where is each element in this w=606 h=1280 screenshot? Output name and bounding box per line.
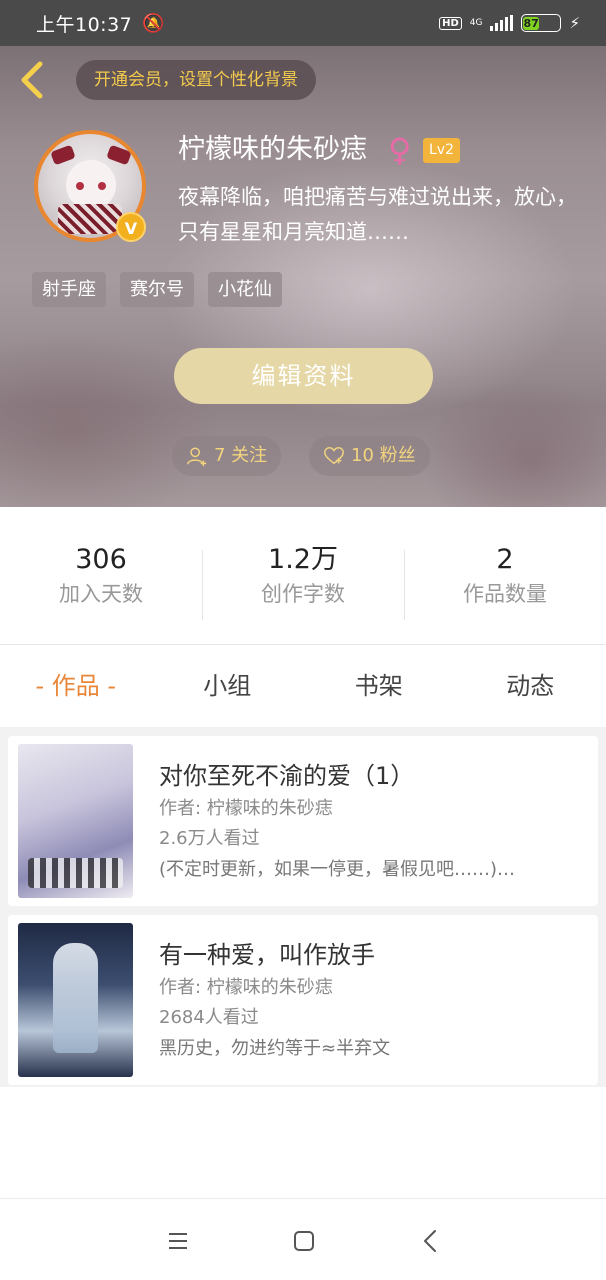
work-cover-image — [18, 744, 133, 898]
system-nav-bar — [0, 1198, 606, 1280]
tab-feed[interactable]: 动态 — [455, 645, 606, 727]
work-card[interactable]: 对你至死不渝的爱（1） 作者: 柠檬味的朱砂痣 2.6万人看过 (不定时更新，如… — [8, 736, 598, 906]
vip-background-banner[interactable]: 开通会员，设置个性化背景 — [76, 60, 316, 100]
stat-label: 创作字数 — [261, 581, 345, 606]
stat-works-count: 2 作品数量 — [404, 542, 606, 620]
stat-word-count: 1.2万 创作字数 — [202, 542, 404, 620]
avatar-face — [66, 160, 116, 210]
work-title: 对你至死不渝的爱（1） — [159, 762, 415, 790]
work-author: 作者: 柠檬味的朱砂痣 — [159, 798, 333, 819]
user-tags: 射手座 赛尔号 小花仙 — [32, 272, 282, 307]
work-cover-image — [18, 923, 133, 1077]
charging-icon: ⚡ — [569, 14, 580, 32]
profile-stats: 306 加入天数 1.2万 创作字数 2 作品数量 — [0, 507, 606, 645]
female-gender-icon: ♀ — [388, 131, 412, 169]
back-triangle-icon[interactable] — [410, 1221, 450, 1261]
profile-header: 上午10:37 🔕 HD 4G 87 ⚡ 开通会员，设置个性化背景 V 柠檬味的… — [0, 0, 606, 507]
works-list: 对你至死不渝的爱（1） 作者: 柠檬味的朱砂痣 2.6万人看过 (不定时更新，如… — [0, 727, 606, 1087]
status-bar: 上午10:37 🔕 HD 4G 87 ⚡ — [0, 0, 606, 46]
tag-item[interactable]: 小花仙 — [208, 272, 282, 307]
followers-count: 10 粉丝 — [351, 445, 416, 466]
tab-group[interactable]: 小组 — [152, 645, 304, 727]
tag-item[interactable]: 赛尔号 — [120, 272, 194, 307]
level-badge: Lv2 — [423, 138, 460, 163]
battery-icon: 87 — [521, 14, 562, 32]
user-bio: 夜幕降临，咱把痛苦与难过说出来，放心，只有星星和月亮知道…… — [178, 185, 577, 244]
tab-works[interactable]: - 作品 - — [0, 645, 152, 727]
work-description: (不定时更新，如果一停更，暑假见吧……)… — [159, 859, 516, 880]
header-bg-shade-right — [420, 380, 606, 507]
username: 柠檬味的朱砂痣 — [178, 134, 367, 165]
stat-days-joined: 306 加入天数 — [0, 542, 202, 610]
work-title: 有一种爱，叫作放手 — [159, 941, 375, 969]
stat-label: 作品数量 — [463, 581, 547, 606]
profile-tabs: - 作品 - 小组 书架 动态 — [0, 645, 606, 727]
work-views: 2.6万人看过 — [159, 828, 260, 849]
work-info: 对你至死不渝的爱（1） 作者: 柠檬味的朱砂痣 2.6万人看过 (不定时更新，如… — [133, 744, 539, 898]
bell-muted-icon: 🔕 — [142, 12, 165, 34]
avatar-bow-left — [50, 144, 76, 166]
stat-value: 2 — [496, 543, 514, 575]
work-info: 有一种爱，叫作放手 作者: 柠檬味的朱砂痣 2684人看过 黑历史，勿进约等于≈… — [133, 923, 539, 1077]
hd-badge: HD — [439, 16, 462, 30]
chevron-left-icon[interactable] — [14, 60, 50, 100]
avatar-eye-right — [98, 182, 106, 190]
following-count: 7 关注 — [214, 445, 268, 466]
network-type: 4G — [469, 17, 483, 28]
stat-label: 加入天数 — [59, 581, 143, 606]
user-plus-icon — [187, 447, 207, 467]
following-button[interactable]: 7 关注 — [172, 436, 282, 476]
work-author: 作者: 柠檬味的朱砂痣 — [159, 977, 333, 998]
edit-profile-button[interactable]: 编辑资料 — [174, 348, 433, 404]
avatar-scarf — [58, 204, 122, 234]
tab-bookshelf[interactable]: 书架 — [303, 645, 455, 727]
avatar-eye-left — [76, 182, 84, 190]
stat-value: 306 — [75, 543, 127, 575]
stat-value: 1.2万 — [268, 543, 338, 575]
tab-works-label: 作品 — [51, 672, 100, 700]
verified-badge: V — [116, 212, 146, 242]
avatar-bow-right — [106, 144, 132, 166]
work-description: 黑历史，勿进约等于≈半弃文 — [159, 1038, 391, 1059]
heart-plus-icon — [324, 447, 344, 465]
work-card[interactable]: 有一种爱，叫作放手 作者: 柠檬味的朱砂痣 2684人看过 黑历史，勿进约等于≈… — [8, 915, 598, 1085]
work-views: 2684人看过 — [159, 1007, 259, 1028]
followers-button[interactable]: 10 粉丝 — [309, 436, 430, 476]
battery-level: 87 — [523, 17, 539, 30]
menu-icon[interactable] — [158, 1221, 198, 1261]
square-icon[interactable] — [284, 1221, 324, 1261]
signal-icon — [490, 15, 514, 31]
status-time: 上午10:37 — [36, 13, 133, 36]
tag-item[interactable]: 射手座 — [32, 272, 106, 307]
